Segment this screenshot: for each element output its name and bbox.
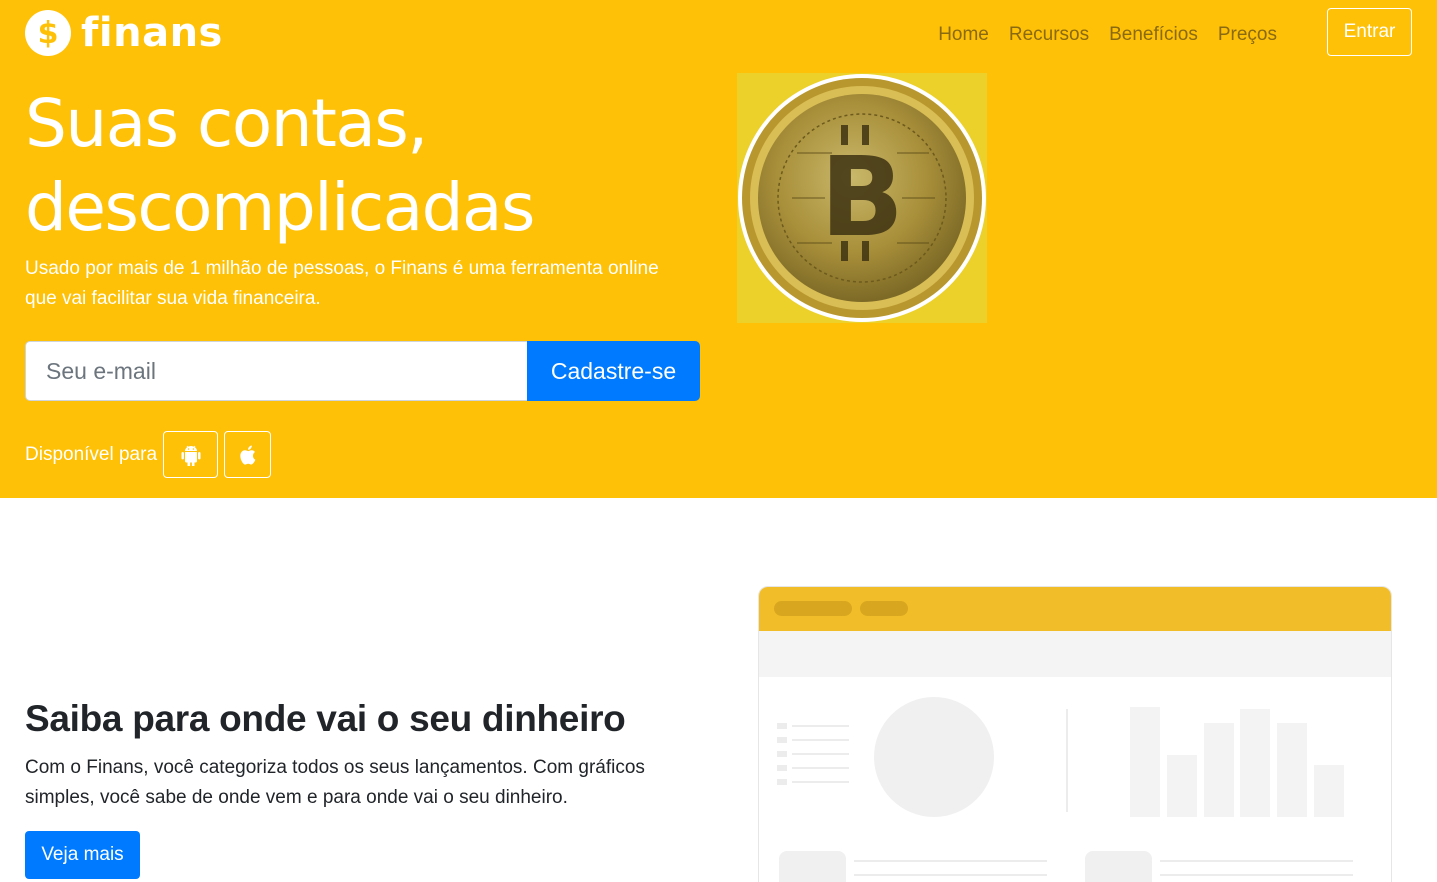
available-platforms: Disponível para bbox=[25, 431, 277, 478]
feature-text: Com o Finans, você categoriza todos os s… bbox=[25, 753, 685, 813]
android-store-button[interactable] bbox=[163, 431, 219, 478]
nav-link-recursos[interactable]: Recursos bbox=[999, 22, 1099, 48]
brand-logo[interactable]: $ finans bbox=[25, 10, 223, 56]
mockup-toolbar bbox=[759, 631, 1391, 677]
signup-button[interactable]: Cadastre-se bbox=[527, 341, 700, 401]
hero-lead-line-2: que vai facilitar sua vida financeira. bbox=[25, 288, 321, 309]
dollar-coin-icon: $ bbox=[25, 10, 71, 56]
apple-icon bbox=[240, 445, 256, 465]
see-more-button[interactable]: Veja mais bbox=[25, 831, 140, 879]
signup-form: Cadastre-se bbox=[25, 341, 700, 401]
nav-link-beneficios[interactable]: Benefícios bbox=[1099, 22, 1208, 48]
hero-lead: Usado por mais de 1 milhão de pessoas, o… bbox=[25, 254, 715, 314]
android-icon bbox=[181, 445, 201, 466]
hero-section: $ finans Home Recursos Benefícios Preços… bbox=[0, 0, 1437, 498]
apple-store-button[interactable] bbox=[224, 431, 272, 478]
mockup-chart-area bbox=[777, 697, 1353, 882]
available-label: Disponível para bbox=[25, 443, 158, 465]
nav-link-precos[interactable]: Preços bbox=[1208, 22, 1287, 48]
hero-lead-line-1: Usado por mais de 1 milhão de pessoas, o… bbox=[25, 258, 659, 279]
brand-name: finans bbox=[81, 10, 223, 56]
login-button[interactable]: Entrar bbox=[1327, 8, 1412, 56]
feature-title: Saiba para onde vai o seu dinheiro bbox=[25, 698, 626, 739]
mockup-header bbox=[759, 587, 1391, 631]
feature-text-line-1: Com o Finans, você categoriza todos os s… bbox=[25, 757, 645, 778]
email-input[interactable] bbox=[25, 341, 527, 401]
mockup-pill bbox=[774, 601, 852, 616]
hero-title-line-1: Suas contas, bbox=[25, 85, 428, 162]
main-nav: Home Recursos Benefícios Preços bbox=[928, 22, 1287, 48]
bitcoin-coin-image: B bbox=[737, 73, 987, 323]
hero-title-line-2: descomplicadas bbox=[25, 169, 535, 246]
mockup-pill bbox=[860, 601, 908, 616]
dashboard-mockup bbox=[758, 586, 1392, 882]
nav-link-home[interactable]: Home bbox=[928, 22, 999, 48]
hero-title: Suas contas, descomplicadas bbox=[25, 82, 665, 250]
feature-text-line-2: simples, você sabe de onde vem e para on… bbox=[25, 787, 568, 808]
